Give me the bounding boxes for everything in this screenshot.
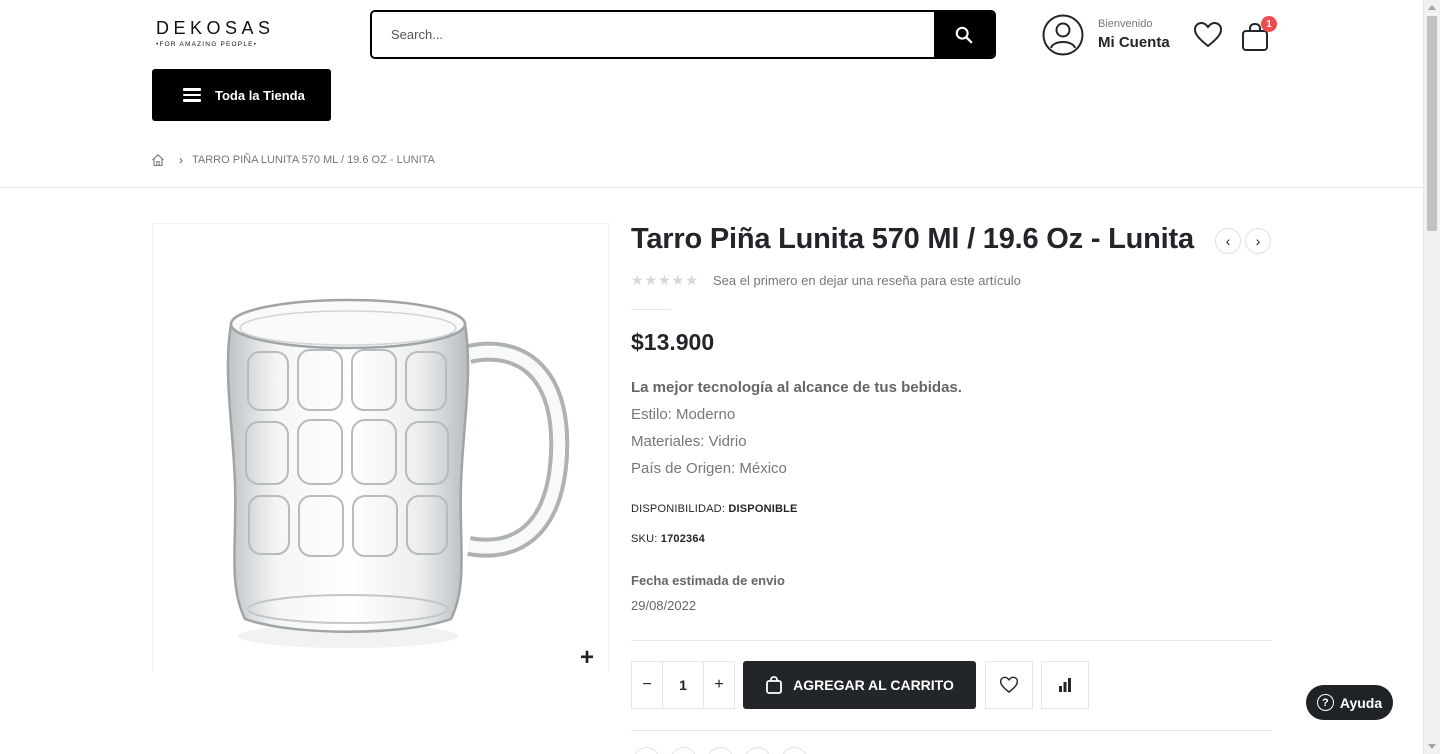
page-scrollbar[interactable]	[1423, 0, 1440, 754]
glass-mug-image	[226, 298, 570, 648]
all-store-menu-button[interactable]: Toda la Tienda	[152, 69, 331, 121]
chevron-right-icon: ›	[1255, 233, 1261, 249]
quantity-decrease-button[interactable]: −	[632, 662, 662, 708]
scroll-down-arrow-icon[interactable]	[1428, 744, 1436, 749]
star-icon: ★	[685, 272, 698, 288]
availability-label: DISPONIBILIDAD:	[631, 503, 726, 515]
share-button[interactable]	[707, 747, 734, 754]
divider	[631, 730, 1272, 731]
shipping-date: 29/08/2022	[631, 598, 697, 613]
availability-value: DISPONIBLE	[728, 503, 798, 515]
title-divider	[631, 309, 671, 310]
search-button[interactable]	[934, 12, 994, 57]
star-icon: ★	[658, 272, 671, 288]
product-title: Tarro Piña Lunita 570 Ml / 19.6 Oz - Lun…	[631, 223, 1194, 255]
sku-value: 1702364	[660, 533, 705, 545]
share-button[interactable]	[633, 747, 660, 754]
product-price: $13.900	[631, 329, 715, 355]
site-logo[interactable]: DEKOSAS •FOR AMAZING PEOPLE•	[156, 19, 272, 48]
question-icon: ?	[1316, 694, 1334, 711]
rating-stars: ★ ★ ★ ★ ★	[631, 273, 698, 287]
sku: SKU: 1702364	[631, 533, 705, 545]
share-button[interactable]	[670, 747, 697, 754]
heart-icon	[999, 676, 1019, 693]
header-divider	[0, 187, 1424, 188]
next-product-button[interactable]: ›	[1245, 228, 1271, 254]
star-icon: ★	[631, 272, 644, 288]
logo-wordmark: DEKOSAS	[156, 18, 275, 38]
add-to-wishlist-button[interactable]	[985, 661, 1033, 709]
home-icon[interactable]	[151, 153, 165, 167]
quantity-input[interactable]: 1	[662, 662, 704, 708]
product-origin: País de Origen: México	[631, 460, 787, 477]
account-welcome-text: Bienvenido	[1098, 17, 1153, 30]
prev-product-button[interactable]: ‹	[1215, 228, 1241, 254]
quantity-increase-button[interactable]: +	[704, 662, 734, 708]
search-bar	[370, 10, 996, 59]
product-image[interactable]	[152, 223, 609, 672]
scroll-up-arrow-icon[interactable]	[1428, 5, 1436, 10]
shipping-label: Fecha estimada de envio	[631, 573, 785, 588]
help-label: Ayuda	[1339, 694, 1383, 711]
account-name: Mi Cuenta	[1098, 33, 1170, 51]
add-to-cart-label: AGREGAR AL CARRITO	[793, 677, 954, 693]
cart-button[interactable]: 1	[1240, 16, 1277, 52]
breadcrumb-current: TARRO PIÑA LUNITA 570 ML / 19.6 OZ - LUN…	[192, 154, 435, 166]
help-button[interactable]: ? Ayuda	[1306, 685, 1393, 720]
scroll-thumb[interactable]	[1427, 16, 1437, 231]
user-circle-icon	[1042, 14, 1084, 56]
product-tagline: La mejor tecnología al alcance de tus be…	[631, 379, 962, 396]
zoom-plus-icon[interactable]: +	[580, 646, 594, 670]
heart-icon[interactable]	[1193, 21, 1223, 49]
account-link[interactable]: Bienvenido Mi Cuenta	[1042, 14, 1170, 56]
chevron-right-icon: ›	[179, 153, 183, 167]
product-materials: Materiales: Vidrio	[631, 433, 747, 450]
star-icon: ★	[644, 272, 658, 288]
add-to-compare-button[interactable]	[1041, 661, 1089, 709]
share-links	[633, 747, 808, 754]
search-icon	[955, 26, 973, 43]
hamburger-icon	[183, 88, 201, 102]
star-icon: ★	[671, 272, 685, 288]
cart-count-badge: 1	[1261, 16, 1277, 32]
shopping-bag-icon	[766, 676, 783, 694]
divider	[631, 640, 1272, 641]
share-button[interactable]	[781, 747, 808, 754]
chevron-left-icon: ‹	[1225, 233, 1231, 249]
logo-tagline: •FOR AMAZING PEOPLE•	[156, 41, 258, 48]
share-button[interactable]	[744, 747, 771, 754]
quantity-stepper: − 1 +	[631, 661, 735, 709]
all-store-label: Toda la Tienda	[215, 87, 305, 103]
availability: DISPONIBILIDAD: DISPONIBLE	[631, 503, 798, 515]
bar-chart-icon	[1059, 678, 1071, 692]
sku-label: SKU:	[631, 533, 658, 545]
add-to-cart-button[interactable]: AGREGAR AL CARRITO	[743, 661, 976, 709]
search-input[interactable]	[372, 12, 934, 57]
first-review-link[interactable]: Sea el primero en dejar una reseña para …	[713, 273, 1021, 288]
product-style: Estilo: Moderno	[631, 406, 736, 423]
breadcrumb: › TARRO PIÑA LUNITA 570 ML / 19.6 OZ - L…	[151, 153, 435, 167]
